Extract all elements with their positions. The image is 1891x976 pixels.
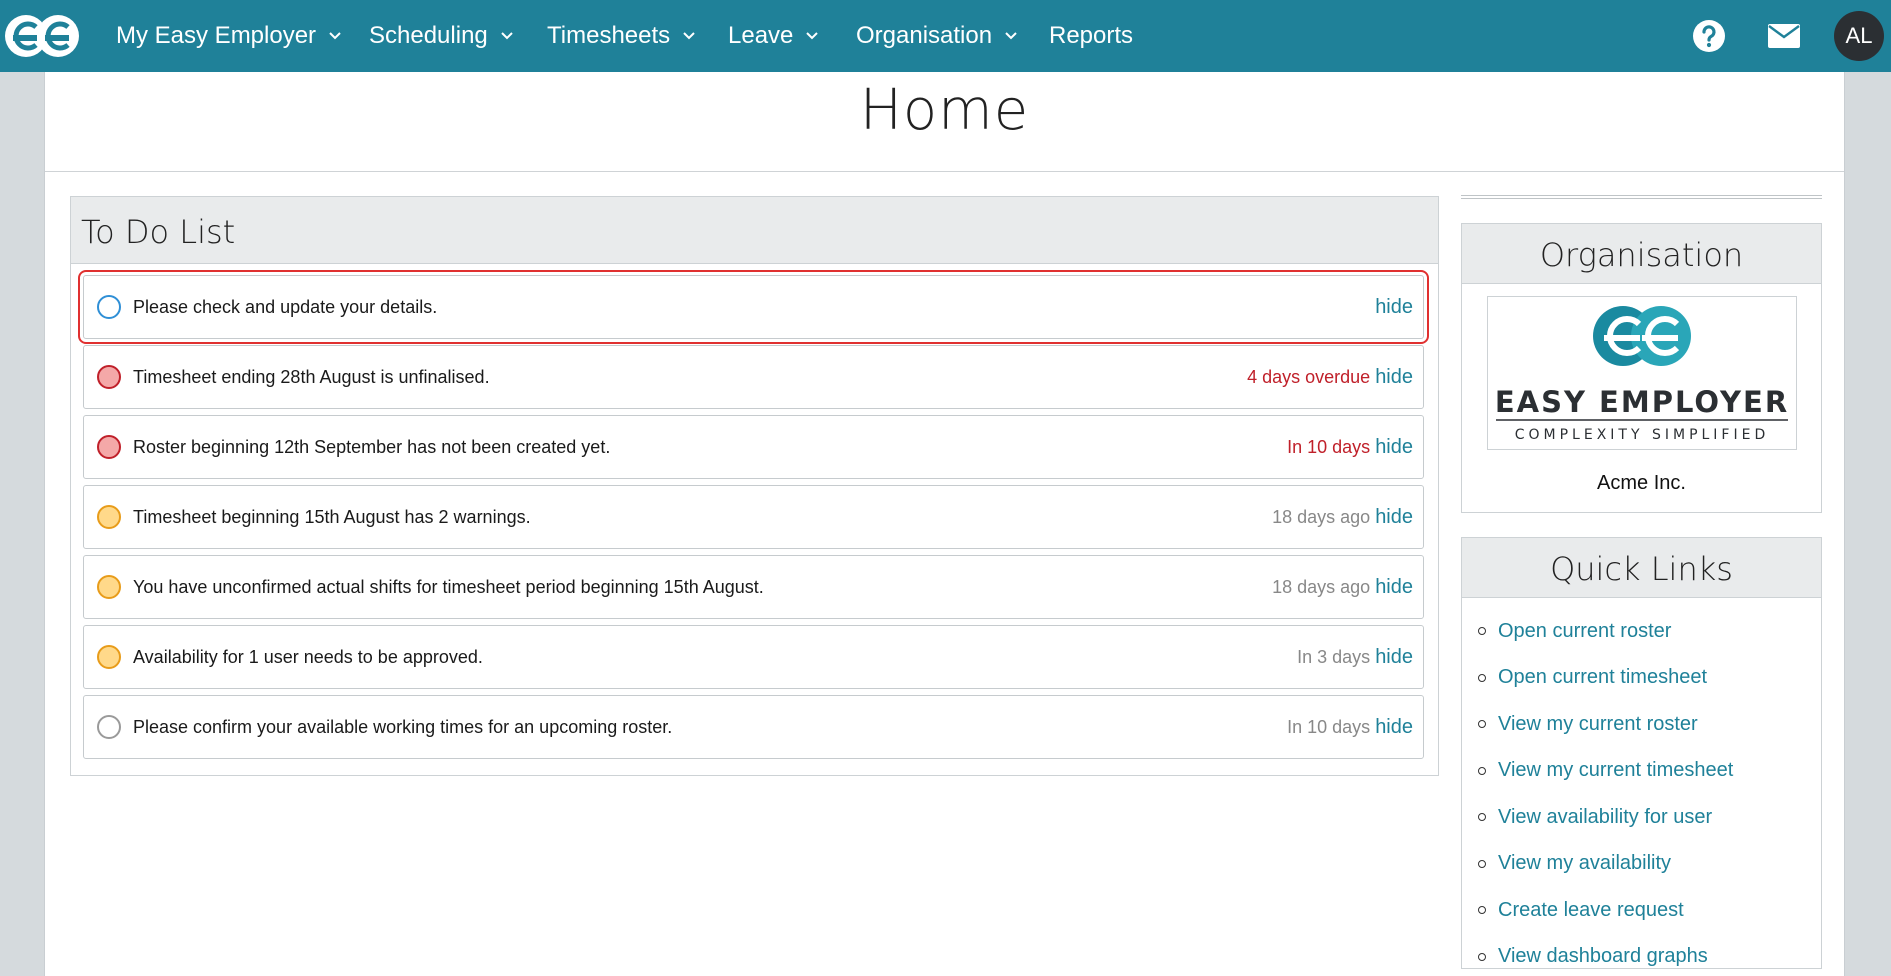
todo-item-when: In 10 days xyxy=(1287,716,1371,737)
nav-label: Timesheets xyxy=(547,22,671,49)
nav-scheduling[interactable]: Scheduling xyxy=(369,0,514,72)
organisation-title: Organisation xyxy=(1462,224,1821,284)
quick-link-view-my-current-timesheet[interactable]: View my current timesheet xyxy=(1462,748,1821,795)
todo-item[interactable]: Please confirm your available working ti… xyxy=(83,695,1424,759)
nav-label: Leave xyxy=(728,22,794,49)
hide-link[interactable]: hide xyxy=(1375,296,1413,319)
nav-organisation[interactable]: Organisation xyxy=(856,0,1018,72)
chevron-down-icon xyxy=(501,32,513,40)
chevron-down-icon xyxy=(683,32,695,40)
nav-my-easy-employer[interactable]: My Easy Employer xyxy=(116,0,342,72)
todo-item-text: Roster beginning 12th September has not … xyxy=(133,436,611,457)
top-nav: My Easy Employer Scheduling Timesheets L… xyxy=(0,0,1891,72)
chevron-down-icon xyxy=(1005,32,1017,40)
todo-panel: To Do List Please check and update your … xyxy=(70,196,1439,776)
organisation-name: Acme Inc. xyxy=(1597,472,1686,494)
nav-label: Reports xyxy=(1049,22,1134,49)
hide-link[interactable]: hide xyxy=(1375,716,1413,739)
nav-label: My Easy Employer xyxy=(116,22,317,49)
quick-link-view-my-current-roster[interactable]: View my current roster xyxy=(1462,701,1821,748)
nav-leave[interactable]: Leave xyxy=(728,0,819,72)
todo-item-text: You have unconfirmed actual shifts for t… xyxy=(133,576,764,597)
help-button[interactable] xyxy=(1690,16,1728,56)
status-warning-icon xyxy=(97,575,121,599)
quick-links-list: Open current roster Open current timeshe… xyxy=(1462,598,1821,976)
mail-icon xyxy=(1768,24,1800,48)
quick-links-panel: Quick Links Open current roster Open cur… xyxy=(1461,537,1822,969)
todo-item-when: In 3 days xyxy=(1297,646,1371,667)
page-title: Home xyxy=(859,78,1030,143)
todo-item[interactable]: Availability for 1 user needs to be appr… xyxy=(83,625,1424,689)
quick-link-view-my-availability[interactable]: View my availability xyxy=(1462,841,1821,888)
status-neutral-icon xyxy=(97,715,121,739)
status-warning-icon xyxy=(97,645,121,669)
help-icon xyxy=(1693,20,1725,52)
todo-item[interactable]: You have unconfirmed actual shifts for t… xyxy=(83,555,1424,619)
title-divider xyxy=(45,171,1844,172)
logo-tagline: COMPLEXITY SIMPLIFIED xyxy=(1515,427,1770,443)
nav-label: Organisation xyxy=(856,22,993,49)
status-info-icon xyxy=(97,295,121,319)
logo-title: EASY EMPLOYER xyxy=(1495,385,1789,419)
status-warning-icon xyxy=(97,505,121,529)
todo-item-when: 18 days ago xyxy=(1272,576,1371,597)
hide-link[interactable]: hide xyxy=(1375,646,1413,669)
chevron-down-icon xyxy=(329,32,341,40)
quick-link-open-current-roster[interactable]: Open current roster xyxy=(1462,608,1821,655)
status-error-icon xyxy=(97,365,121,389)
mail-button[interactable] xyxy=(1764,16,1804,56)
nav-reports[interactable]: Reports xyxy=(1049,0,1133,72)
hide-link[interactable]: hide xyxy=(1375,366,1413,389)
todo-item-text: Timesheet ending 28th August is unfinali… xyxy=(133,366,490,387)
quick-link-create-leave-request[interactable]: Create leave request xyxy=(1462,887,1821,934)
todo-item[interactable]: Please check and update your details. hi… xyxy=(78,270,1429,344)
todo-item-when: In 10 days xyxy=(1287,436,1371,457)
hide-link[interactable]: hide xyxy=(1375,506,1413,529)
nav-timesheets[interactable]: Timesheets xyxy=(547,0,696,72)
hide-link[interactable]: hide xyxy=(1375,436,1413,459)
page-card: Home To Do List Please check and update … xyxy=(44,72,1845,976)
todo-item-text: Please confirm your available working ti… xyxy=(133,716,673,737)
sidebar-divider xyxy=(1461,195,1822,199)
app-logo-icon[interactable] xyxy=(3,11,83,61)
user-avatar[interactable]: AL xyxy=(1834,11,1884,61)
todo-item-text: Please check and update your details. xyxy=(133,296,438,317)
todo-title: To Do List xyxy=(71,197,1438,264)
quick-link-open-current-timesheet[interactable]: Open current timesheet xyxy=(1462,655,1821,702)
todo-item[interactable]: Timesheet beginning 15th August has 2 wa… xyxy=(83,485,1424,549)
quick-link-view-availability-for-user[interactable]: View availability for user xyxy=(1462,794,1821,841)
todo-item-when: 4 days overdue xyxy=(1247,366,1371,387)
nav-label: Scheduling xyxy=(369,22,488,49)
quick-links-title: Quick Links xyxy=(1462,538,1821,598)
todo-item-text: Timesheet beginning 15th August has 2 wa… xyxy=(133,506,531,527)
chevron-down-icon xyxy=(806,32,819,40)
quick-link-view-dashboard-graphs[interactable]: View dashboard graphs xyxy=(1462,934,1821,976)
todo-item-when: 18 days ago xyxy=(1272,506,1371,527)
organisation-logo: EASY EMPLOYER COMPLEXITY SIMPLIFIED xyxy=(1487,296,1797,450)
todo-item-text: Availability for 1 user needs to be appr… xyxy=(133,646,483,667)
todo-item[interactable]: Roster beginning 12th September has not … xyxy=(83,415,1424,479)
status-error-icon xyxy=(97,435,121,459)
avatar-initials: AL xyxy=(1845,23,1873,48)
organisation-panel: Organisation EASY EMPLOYER COMPLEXITY SI… xyxy=(1461,223,1822,513)
easy-employer-logo-icon: EASY EMPLOYER COMPLEXITY SIMPLIFIED xyxy=(1495,306,1789,443)
todo-item[interactable]: Timesheet ending 28th August is unfinali… xyxy=(83,345,1424,409)
hide-link[interactable]: hide xyxy=(1375,576,1413,599)
